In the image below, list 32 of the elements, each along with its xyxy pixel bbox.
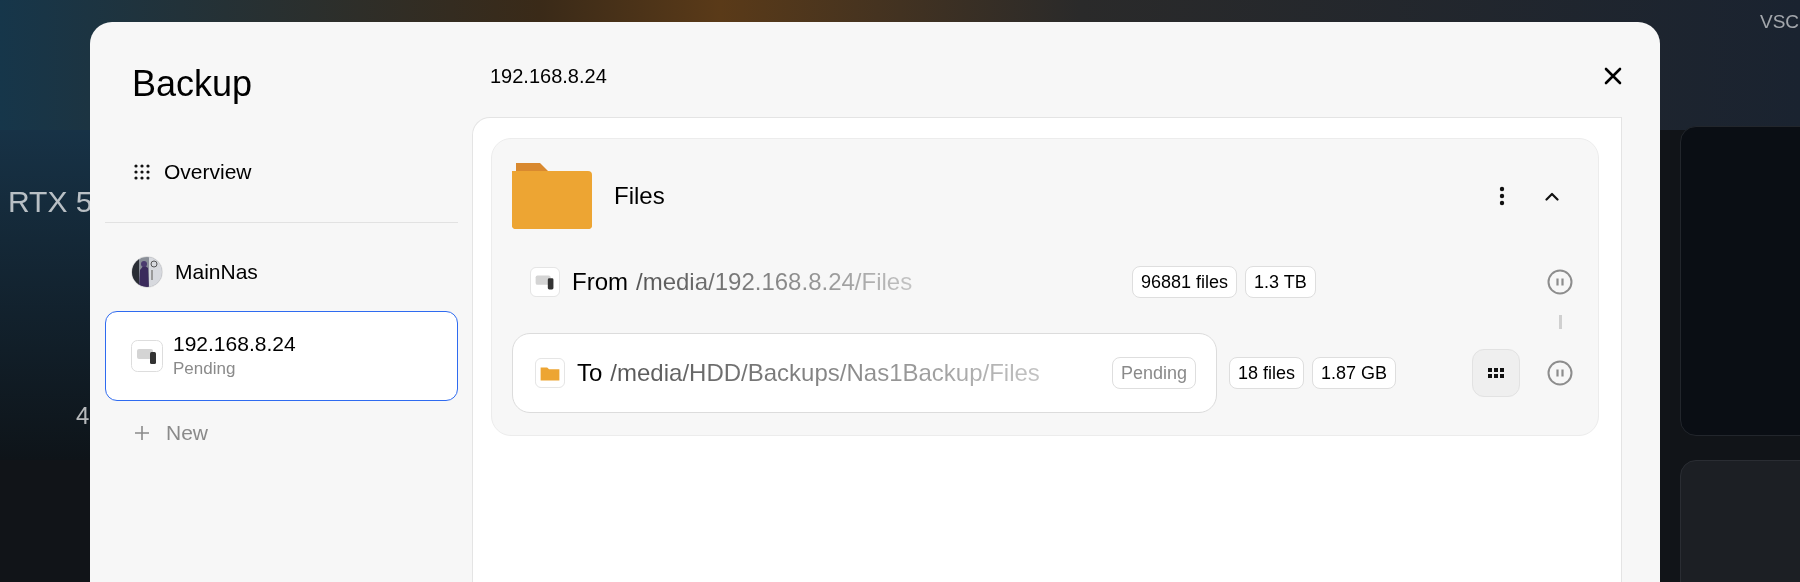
sidebar-item[interactable]: MainNas (105, 247, 458, 297)
drive-icon (530, 267, 560, 297)
count-badge: 18 files (1229, 357, 1305, 389)
grid-icon (134, 164, 150, 180)
row-label: From (572, 267, 628, 297)
folder-icon (512, 163, 592, 229)
sidebar-item[interactable]: Overview (105, 146, 458, 198)
plus-icon (134, 425, 150, 441)
count-badge: 96881 files (1132, 266, 1238, 298)
item-status: Pending (173, 358, 237, 380)
grid-button[interactable] (1472, 349, 1520, 397)
status-badge: Pending (1111, 357, 1196, 389)
folder-icon (535, 358, 565, 388)
count-badge: 1.87 GB (1312, 357, 1397, 389)
job-title: Files (614, 181, 665, 211)
close-icon (1604, 66, 1622, 85)
chevron-up-icon (1545, 191, 1559, 201)
row-label: To (577, 358, 603, 388)
app-label: VSC (1760, 10, 1800, 34)
item-title: 192.168.8.24 (173, 331, 296, 357)
tile-label: 4 (76, 404, 90, 428)
dialog-title: Backup (132, 62, 253, 106)
pause-button[interactable] (1546, 268, 1574, 296)
grid-icon (1488, 368, 1504, 378)
sidebar-item[interactable]: 192.168.8.24 Pending (105, 311, 458, 401)
pause-button[interactable] (1546, 359, 1574, 387)
device-address: 192.168.8.24 (490, 63, 607, 89)
count-badge: 1.3 TB (1245, 266, 1316, 298)
pause-icon (1547, 360, 1573, 386)
drive-icon (131, 340, 163, 372)
more-icon (1499, 186, 1505, 206)
pause-icon (1547, 269, 1573, 295)
